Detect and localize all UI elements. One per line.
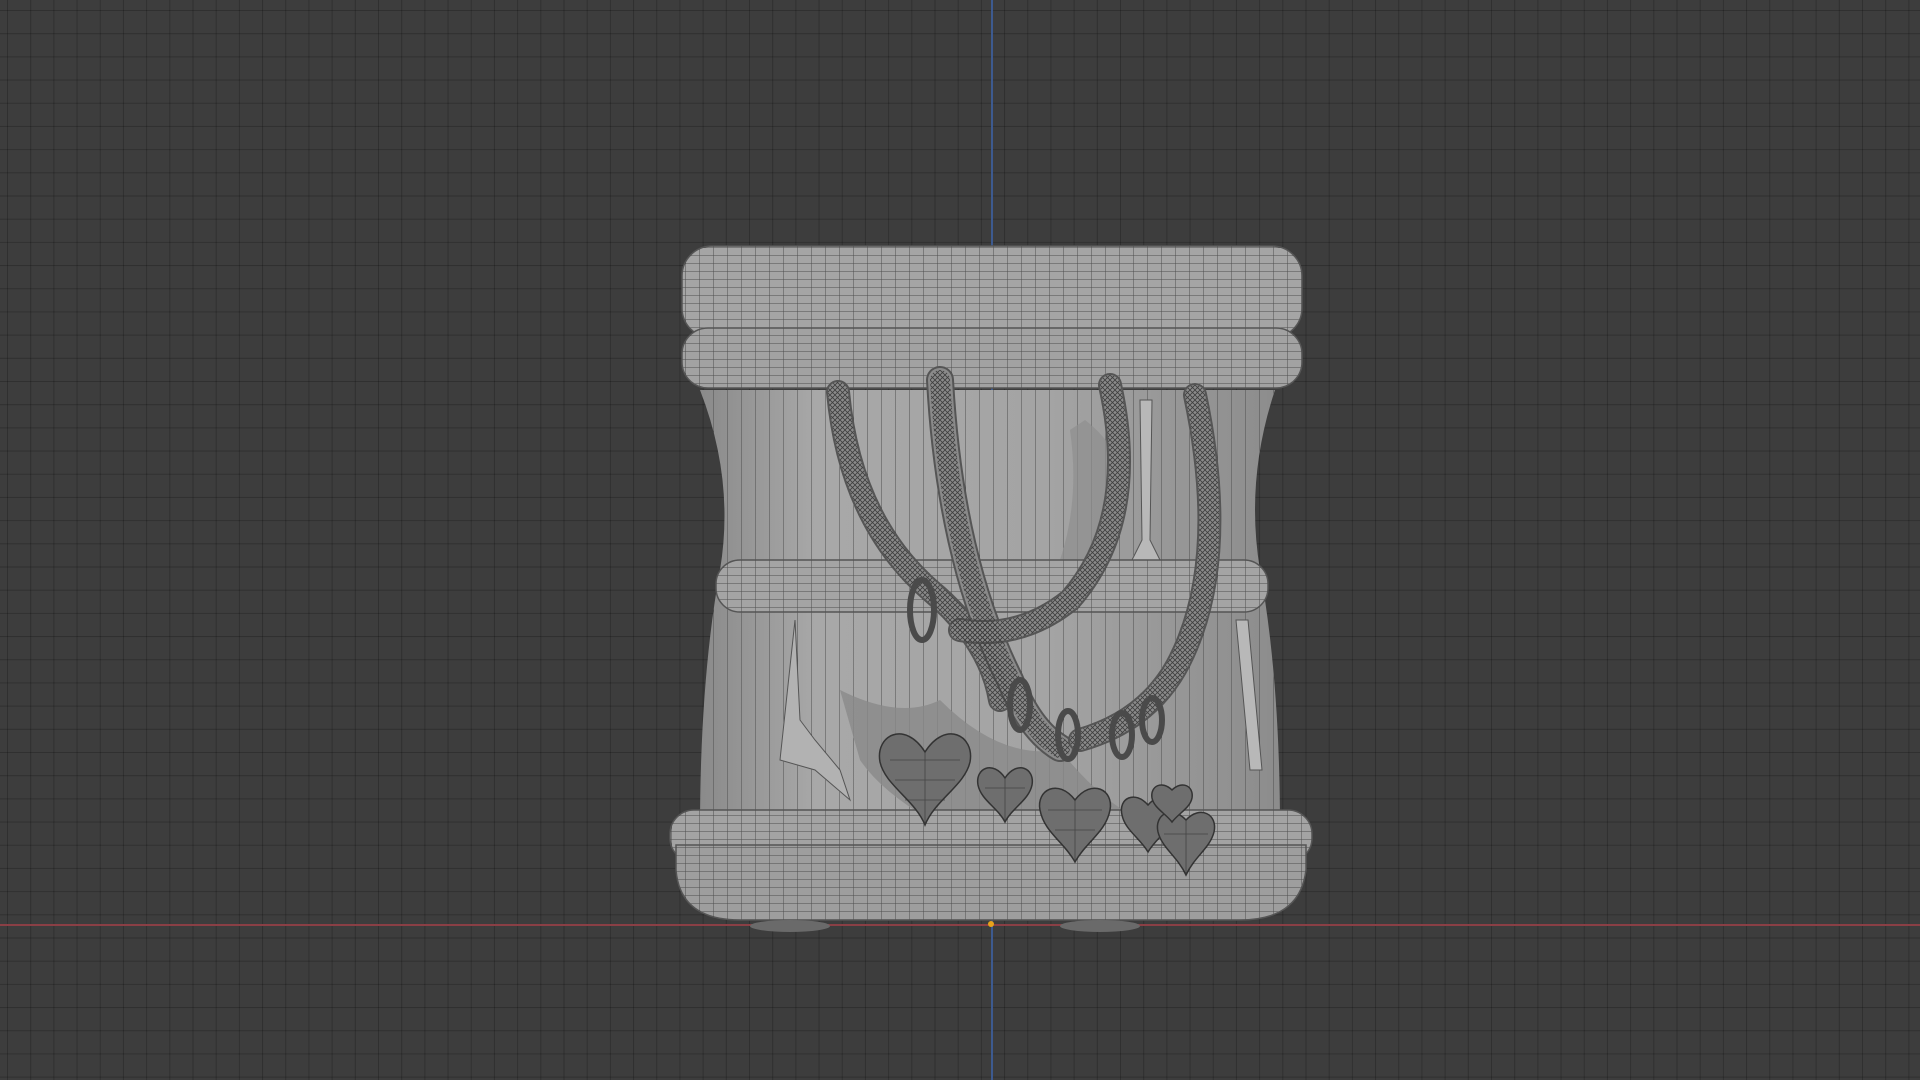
bottom-rim xyxy=(669,809,1313,932)
3d-viewport[interactable] xyxy=(0,0,1920,1080)
mesh-model[interactable] xyxy=(0,0,1920,1080)
top-rim xyxy=(681,245,1303,389)
origin-point-icon xyxy=(988,921,994,927)
